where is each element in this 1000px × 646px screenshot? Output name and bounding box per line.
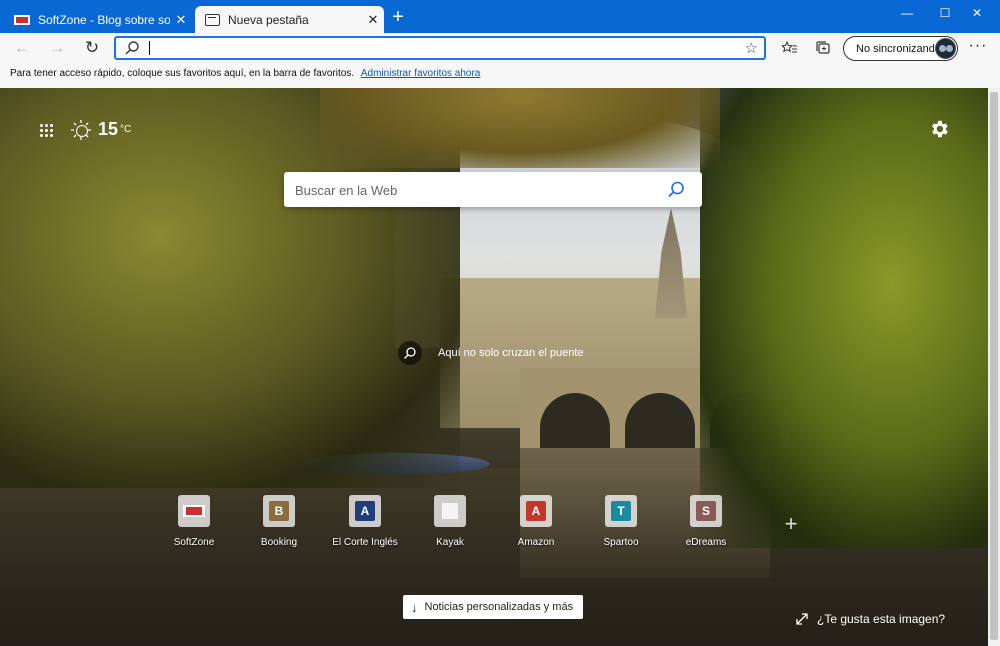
web-search-input[interactable]: [295, 180, 655, 200]
quick-link-edreams[interactable]: S eDreams: [670, 493, 742, 559]
favorites-icon[interactable]: [778, 37, 802, 59]
quick-link-label: El Corte Inglés: [332, 537, 398, 548]
favorites-bar: Para tener acceso rápido, coloque sus fa…: [0, 63, 1000, 88]
quick-link-label: Spartoo: [603, 537, 639, 548]
quick-link-label: SoftZone: [173, 537, 215, 548]
gear-icon[interactable]: [928, 118, 950, 140]
favorites-bar-hint: Para tener acceso rápido, coloque sus fa…: [10, 68, 355, 79]
close-tab-icon[interactable]: ✕: [362, 12, 384, 28]
close-tab-icon[interactable]: ✕: [170, 12, 192, 28]
page-scrollbar[interactable]: [988, 88, 1000, 646]
favorite-star-icon[interactable]: ☆: [745, 39, 758, 57]
tab-label: SoftZone - Blog sobre software,: [38, 12, 170, 27]
new-tab-favicon-icon: [205, 13, 220, 26]
quick-link-spartoo[interactable]: T Spartoo: [585, 493, 657, 559]
quick-link-booking[interactable]: B Booking: [243, 493, 315, 559]
softzone-favicon-icon: [14, 14, 30, 25]
like-image-link[interactable]: ¿Te gusta esta imagen?: [795, 612, 945, 626]
weather-widget[interactable]: 15 °C: [71, 119, 131, 140]
expand-icon: [796, 613, 808, 625]
scrollbar-thumb[interactable]: [990, 92, 998, 640]
back-button[interactable]: ←: [9, 37, 35, 59]
news-button-label: Noticias personalizadas y más: [424, 601, 574, 613]
sync-status-label: No sincronizando: [856, 42, 941, 55]
image-caption[interactable]: Aquí no solo cruzan el puente: [398, 341, 584, 365]
tab-new-tab[interactable]: Nueva pestaña ✕: [195, 6, 384, 33]
search-icon[interactable]: [666, 180, 686, 200]
tab-strip: SoftZone - Blog sobre software, ✕ Nueva …: [0, 0, 1000, 33]
text-caret: [149, 41, 150, 55]
quick-link-label: Booking: [260, 537, 298, 548]
tab-softzone[interactable]: SoftZone - Blog sobre software, ✕: [4, 6, 192, 33]
new-tab-page: 15 °C Aquí no solo cruzan el puente Soft…: [0, 88, 988, 646]
spartoo-letter-icon: T: [611, 501, 631, 521]
web-search-box[interactable]: [284, 172, 702, 207]
broken-image-icon: [441, 502, 459, 520]
edreams-letter-icon: S: [696, 501, 716, 521]
avatar: [935, 38, 956, 59]
background-tree-right: [700, 88, 988, 548]
search-icon: [125, 41, 139, 55]
quick-link-amazon[interactable]: A Amazon: [500, 493, 572, 559]
temperature-value: 15: [98, 119, 119, 139]
quick-link-label: Amazon: [517, 537, 555, 548]
amazon-letter-icon: A: [526, 501, 546, 521]
booking-letter-icon: B: [269, 501, 289, 521]
personalized-news-button[interactable]: ↓ Noticias personalizadas y más: [403, 595, 583, 619]
tab-label: Nueva pestaña: [228, 12, 309, 27]
app-launcher-icon[interactable]: [40, 124, 54, 138]
sun-icon: [71, 119, 91, 140]
refresh-button[interactable]: ↻: [79, 37, 105, 59]
quick-link-el-corte-ingles[interactable]: A El Corte Inglés: [329, 493, 401, 559]
el-corte-ingles-letter-icon: A: [355, 501, 375, 521]
address-bar[interactable]: ☆: [114, 36, 766, 60]
new-tab-button[interactable]: +: [388, 7, 408, 29]
arrow-down-icon: ↓: [411, 599, 418, 615]
quick-link-label: Kayak: [436, 537, 464, 548]
background-tree-top: [320, 88, 720, 168]
softzone-logo-icon: [183, 505, 205, 517]
like-image-label: ¿Te gusta esta imagen?: [817, 612, 946, 626]
profile-sync-button[interactable]: No sincronizando: [843, 36, 958, 61]
temperature-unit: °C: [120, 124, 132, 135]
close-window-button[interactable]: ✕: [954, 0, 1000, 26]
forward-button[interactable]: →: [44, 37, 70, 59]
quick-link-kayak[interactable]: Kayak: [414, 493, 486, 559]
add-quick-link-button[interactable]: +: [781, 513, 801, 535]
collections-icon[interactable]: [811, 37, 835, 59]
search-icon: [398, 341, 422, 365]
manage-favorites-link[interactable]: Administrar favoritos ahora: [361, 68, 481, 79]
quick-links: SoftZone B Booking A El Corte Inglés Kay…: [158, 493, 818, 563]
quick-link-softzone[interactable]: SoftZone: [158, 493, 230, 559]
settings-more-button[interactable]: ···: [966, 37, 990, 59]
browser-toolbar: ← → ↻ ☆ No sincronizando ···: [0, 33, 1000, 63]
address-input[interactable]: [148, 39, 728, 57]
quick-link-label: eDreams: [685, 537, 727, 548]
image-caption-text: Aquí no solo cruzan el puente: [438, 347, 584, 359]
